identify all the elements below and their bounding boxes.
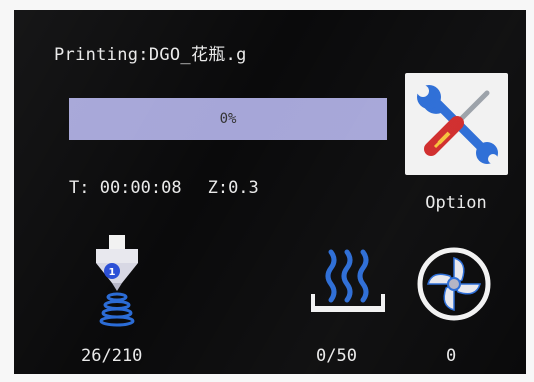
heated-bed-icon [311,249,385,312]
printing-file-title: Printing:DGO_花瓶.g [54,45,247,65]
status-line: T: 00:00:08 Z:0.3 [69,178,285,198]
nozzle-icon: 1 [96,235,138,327]
option-label: Option [425,193,487,213]
progress-percent: 0% [219,111,237,127]
fan-speed: 0 [446,346,457,366]
elapsed-time: T: 00:00:08 [69,178,182,198]
option-button[interactable] [405,73,508,175]
z-height: Z:0.3 [207,178,259,198]
bed-temp: 0/50 [316,346,357,366]
print-progress-bar: 0% [69,98,387,140]
tools-icon [417,85,498,164]
printer-screen: Printing:DGO_花瓶.g 0% T: 00:00:08 Z:0.3 Op… [14,10,526,374]
nozzle-badge: 1 [109,267,116,278]
fan-icon [417,247,491,321]
nozzle-temp: 26/210 [81,346,143,366]
